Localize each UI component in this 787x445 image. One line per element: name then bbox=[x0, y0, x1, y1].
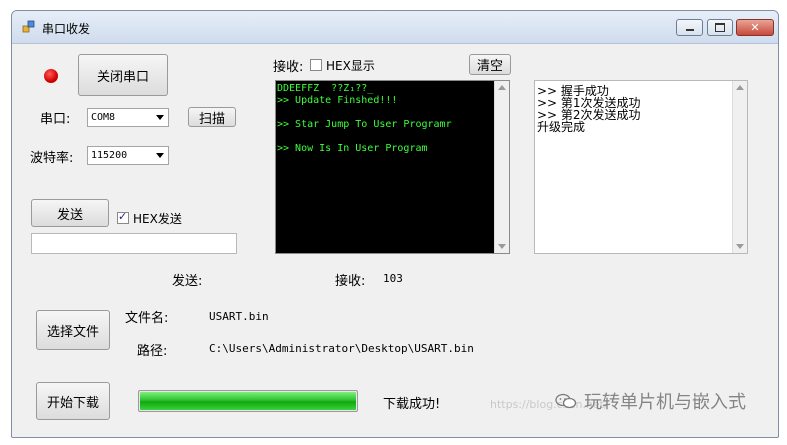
file-path-label: 路径: bbox=[137, 344, 168, 359]
minimize-icon bbox=[685, 29, 694, 31]
send-button[interactable]: 发送 bbox=[31, 199, 109, 227]
console-line: DDEEFFZ ??Z₁??_ bbox=[277, 83, 374, 94]
port-label: 串口: bbox=[40, 112, 71, 127]
port-status-led bbox=[44, 69, 58, 83]
maximize-button[interactable] bbox=[707, 19, 733, 36]
chevron-down-icon bbox=[156, 153, 164, 158]
hex-send-checkbox[interactable] bbox=[117, 210, 129, 224]
sent-count-label: 发送: bbox=[172, 274, 203, 289]
close-icon: ✕ bbox=[750, 21, 760, 34]
download-progress-bar bbox=[138, 390, 358, 412]
file-name-label: 文件名: bbox=[125, 311, 169, 326]
watermark-text: 玩转单片机与嵌入式 bbox=[584, 392, 746, 413]
hex-send-label: HEX发送 bbox=[133, 212, 182, 226]
port-select-value: COM8 bbox=[91, 112, 116, 123]
receive-label: 接收: bbox=[273, 60, 304, 75]
hex-display-label: HEX显示 bbox=[326, 59, 375, 73]
file-name-value: USART.bin bbox=[209, 310, 269, 323]
log-line: 升级完成 bbox=[537, 120, 586, 134]
maximize-icon bbox=[715, 23, 725, 32]
download-status: 下载成功! bbox=[383, 397, 441, 412]
select-file-button[interactable]: 选择文件 bbox=[36, 310, 110, 350]
scan-button[interactable]: 扫描 bbox=[188, 107, 236, 127]
console-line: >> Now Is In User Program bbox=[277, 143, 428, 154]
baud-select-value: 115200 bbox=[91, 150, 128, 161]
log-scrollbar[interactable] bbox=[732, 81, 747, 253]
clear-button[interactable]: 清空 bbox=[469, 54, 511, 75]
console-scrollbar[interactable] bbox=[494, 81, 509, 253]
start-download-button[interactable]: 开始下载 bbox=[36, 382, 110, 420]
console-line: >> Update Finshed!!! bbox=[277, 95, 398, 106]
scroll-up-icon[interactable] bbox=[736, 85, 744, 90]
app-window: 串口收发 ✕ 关闭串口 串口: COM8 扫描 波特率: 115200 发送 H… bbox=[11, 10, 779, 438]
close-button[interactable]: ✕ bbox=[736, 19, 774, 36]
send-input[interactable] bbox=[31, 233, 237, 254]
minimize-button[interactable] bbox=[676, 19, 703, 36]
received-count-value: 103 bbox=[383, 272, 403, 285]
wechat-icon bbox=[555, 393, 577, 409]
port-select[interactable]: COM8 bbox=[87, 108, 169, 127]
baud-select[interactable]: 115200 bbox=[87, 146, 169, 165]
status-log[interactable]: >> 握手成功 >> 第1次发送成功 >> 第2次发送成功 升级完成 bbox=[534, 80, 748, 254]
title-bar[interactable]: 串口收发 ✕ bbox=[12, 11, 778, 44]
download-progress-fill bbox=[140, 392, 356, 410]
receive-console[interactable]: DDEEFFZ ??Z₁??_ >> Update Finshed!!! >> … bbox=[275, 80, 510, 254]
scroll-down-icon[interactable] bbox=[736, 244, 744, 249]
window-title: 串口收发 bbox=[42, 22, 91, 36]
baud-label: 波特率: bbox=[30, 151, 74, 166]
scroll-up-icon[interactable] bbox=[498, 85, 506, 90]
chevron-down-icon bbox=[156, 115, 164, 120]
hex-display-checkbox[interactable] bbox=[310, 59, 322, 71]
close-port-button[interactable]: 关闭串口 bbox=[78, 54, 168, 96]
file-path-value: C:\Users\Administrator\Desktop\USART.bin bbox=[209, 342, 474, 355]
received-count-label: 接收: bbox=[335, 274, 366, 289]
console-line: >> Star Jump To User Programr bbox=[277, 119, 452, 130]
scroll-down-icon[interactable] bbox=[498, 244, 506, 249]
app-icon bbox=[22, 20, 35, 33]
